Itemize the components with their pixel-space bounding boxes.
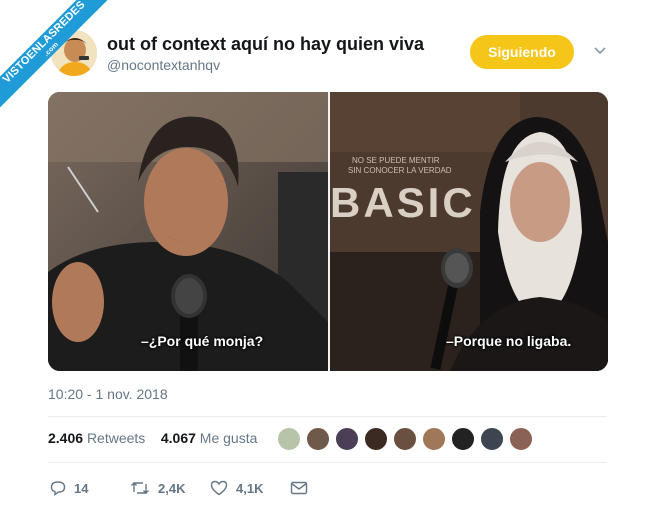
engagement-stats: 2.406 Retweets 4.067 Me gusta: [48, 430, 257, 446]
liker-avatar[interactable]: [393, 427, 417, 451]
retweet-action-count: 2,4K: [158, 480, 186, 496]
envelope-icon: [290, 481, 308, 495]
poster-tagline-1: NO SE PUEDE MENTIR: [352, 156, 440, 165]
retweets-count[interactable]: 2.406: [48, 430, 83, 446]
scene-right-image: NO SE PUEDE MENTIR SIN CONOCER LA VERDAD…: [330, 92, 608, 371]
divider-bottom: [48, 462, 607, 463]
liker-avatar[interactable]: [509, 427, 533, 451]
reply-count: 14: [74, 480, 89, 496]
liker-avatar[interactable]: [306, 427, 330, 451]
liker-avatar[interactable]: [364, 427, 388, 451]
tweet-media[interactable]: –¿Por qué monja? NO SE PUEDE MENTIR SIN …: [48, 92, 608, 371]
tweet-card: VISTOENLASREDES .com out of context aquí…: [0, 0, 647, 522]
subtitle-left: –¿Por qué monja?: [141, 333, 264, 349]
subtitle-right: –Porque no ligaba.: [446, 333, 572, 349]
retweet-button[interactable]: 2,4K: [130, 478, 185, 498]
retweets-label[interactable]: Retweets: [87, 430, 145, 446]
divider-top: [48, 416, 607, 417]
following-button[interactable]: Siguiendo: [470, 35, 574, 69]
reply-icon: [50, 481, 66, 496]
poster-title: BASIC: [330, 179, 476, 226]
like-button[interactable]: 4,1K: [210, 478, 263, 498]
author-name[interactable]: out of context aquí no hay quien viva: [107, 34, 424, 55]
author-handle[interactable]: @nocontextanhqv: [107, 57, 220, 73]
reply-button[interactable]: 14: [50, 478, 88, 498]
message-button[interactable]: [290, 478, 316, 498]
scene-left-image: [48, 92, 328, 371]
retweet-icon: [131, 482, 149, 494]
liker-avatar[interactable]: [451, 427, 475, 451]
tweet-timestamp[interactable]: 10:20 - 1 nov. 2018: [48, 386, 168, 402]
liker-avatar[interactable]: [422, 427, 446, 451]
liker-avatar[interactable]: [335, 427, 359, 451]
liker-avatar[interactable]: [277, 427, 301, 451]
likes-count[interactable]: 4.067: [161, 430, 196, 446]
liker-avatar[interactable]: [480, 427, 504, 451]
like-action-count: 4,1K: [236, 480, 264, 496]
media-panel-right: NO SE PUEDE MENTIR SIN CONOCER LA VERDAD…: [330, 92, 608, 371]
media-panel-left: –¿Por qué monja?: [48, 92, 328, 371]
poster-tagline-2: SIN CONOCER LA VERDAD: [348, 166, 452, 175]
chevron-down-icon[interactable]: [594, 46, 606, 56]
watermark-text: VISTOENLASREDES: [0, 0, 88, 86]
watermark-sub: .com: [43, 41, 61, 59]
watermark-ribbon: VISTOENLASREDES .com: [0, 0, 120, 120]
heart-icon: [210, 480, 228, 496]
likes-label[interactable]: Me gusta: [200, 430, 258, 446]
